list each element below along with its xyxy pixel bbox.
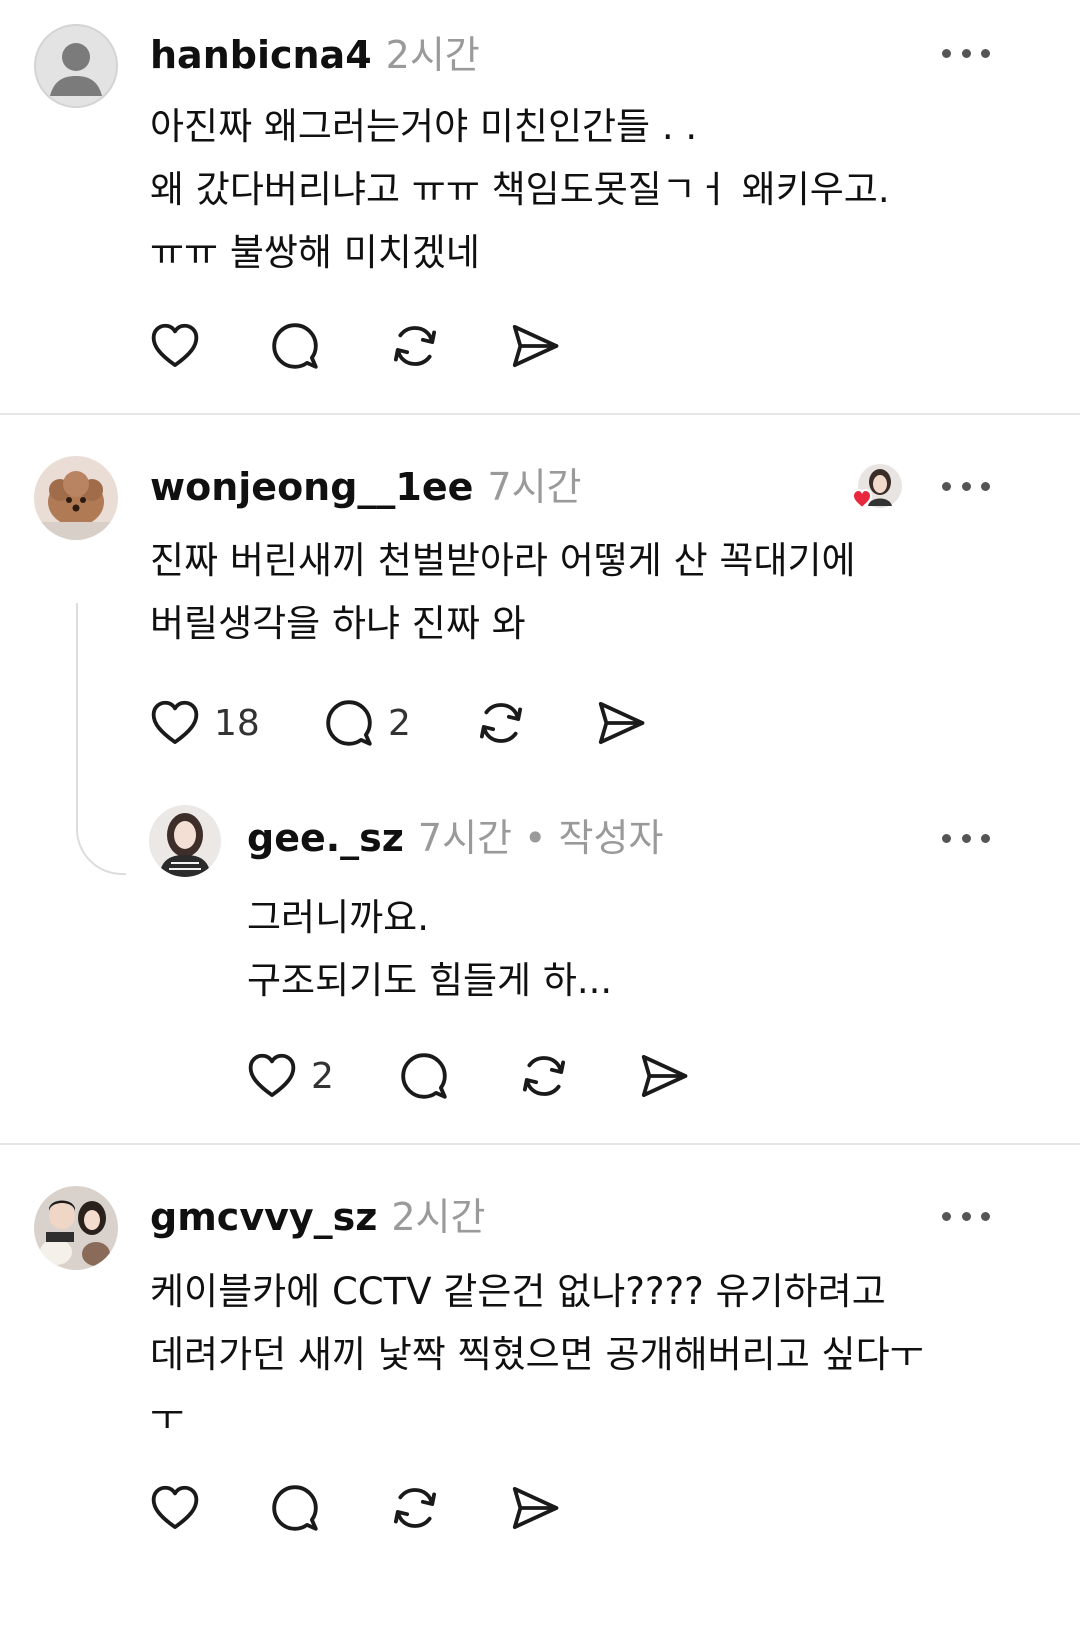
- more-dots-icon[interactable]: [942, 831, 990, 845]
- like-button[interactable]: [148, 1480, 202, 1536]
- repost-button[interactable]: [388, 318, 442, 374]
- user-photo-avatar-image: [149, 805, 221, 877]
- reply-username[interactable]: gee._sz 7시간 • 작성자: [247, 819, 663, 857]
- timestamp: 7시간: [417, 816, 513, 860]
- dog-avatar-image: [34, 456, 118, 540]
- repost-icon: [388, 319, 442, 373]
- repost-button[interactable]: [388, 1480, 442, 1536]
- send-icon: [508, 1481, 562, 1535]
- reply-text: 그러니까요. 구조되기도 힘들게 하...: [247, 896, 613, 1002]
- share-button[interactable]: [508, 1480, 562, 1536]
- send-icon: [637, 1049, 691, 1103]
- more-dots-icon[interactable]: [942, 1209, 990, 1223]
- action-bar: [148, 1480, 648, 1536]
- send-icon: [508, 319, 562, 373]
- thread-connector-line: [76, 603, 126, 875]
- couple-photo-avatar-image: [34, 1186, 118, 1270]
- avatar[interactable]: [34, 24, 118, 108]
- like-button[interactable]: 2: [245, 1048, 334, 1104]
- repost-icon: [474, 696, 528, 750]
- divider: [0, 413, 1080, 415]
- action-bar: [148, 318, 648, 374]
- like-count: 18: [214, 702, 260, 744]
- heart-icon: [148, 319, 202, 373]
- timestamp: 7시간: [487, 465, 582, 509]
- share-button[interactable]: [508, 318, 562, 374]
- comment-bubble-icon: [397, 1049, 451, 1103]
- username-text[interactable]: gee._sz: [247, 816, 404, 860]
- username-text[interactable]: wonjeong__1ee: [150, 465, 473, 509]
- default-avatar-icon: [34, 24, 118, 108]
- username[interactable]: hanbicna4 2시간: [150, 36, 480, 74]
- comment-bubble-icon: [268, 1481, 322, 1535]
- heart-icon: [148, 1481, 202, 1535]
- username-text[interactable]: gmcvvy_sz: [150, 1195, 377, 1239]
- send-icon: [594, 696, 648, 750]
- repost-icon: [388, 1481, 442, 1535]
- comment-bubble-icon: [322, 696, 376, 750]
- post-text: 아진짜 왜그러는거야 미친인간들 . . 왜 갔다버리냐고 ㅠㅠ 책임도못질ㄱㅓ…: [150, 105, 890, 274]
- share-button[interactable]: [594, 695, 648, 751]
- comment-bubble-icon: [268, 319, 322, 373]
- more-dots-icon[interactable]: [942, 46, 990, 60]
- reply-action-bar: 2: [245, 1048, 715, 1104]
- liked-by-author-badge: [848, 462, 902, 514]
- timestamp: 2시간: [391, 1195, 486, 1239]
- username-text[interactable]: hanbicna4: [150, 33, 372, 77]
- author-label: • 작성자: [524, 816, 664, 860]
- comment-button[interactable]: [268, 1480, 322, 1536]
- like-button[interactable]: [148, 318, 202, 374]
- timestamp: 2시간: [385, 33, 480, 77]
- repost-icon: [517, 1049, 571, 1103]
- like-button[interactable]: 18: [148, 695, 260, 751]
- more-dots-icon[interactable]: [942, 479, 990, 493]
- avatar[interactable]: [34, 1186, 118, 1270]
- repost-button[interactable]: [474, 695, 528, 751]
- reply-count: 2: [388, 702, 411, 744]
- comment-button[interactable]: [268, 318, 322, 374]
- comment-button[interactable]: 2: [322, 695, 411, 751]
- comment-button[interactable]: [397, 1048, 451, 1104]
- heart-icon: [245, 1049, 299, 1103]
- post-text: 케이블카에 CCTV 같은건 없나???? 유기하려고 데려가던 새끼 낯짝 찍…: [150, 1270, 924, 1439]
- action-bar: 18 2: [148, 695, 708, 751]
- avatar[interactable]: [34, 456, 118, 540]
- reply-avatar[interactable]: [149, 805, 221, 877]
- repost-button[interactable]: [517, 1048, 571, 1104]
- username[interactable]: wonjeong__1ee 7시간: [150, 468, 582, 506]
- share-button[interactable]: [637, 1048, 691, 1104]
- like-count: 2: [311, 1055, 334, 1097]
- divider: [0, 1143, 1080, 1145]
- heart-icon: [148, 696, 202, 750]
- post-text: 진짜 버린새끼 천벌받아라 어떻게 산 꼭대기에 버릴생각을 하냐 진짜 와: [150, 539, 856, 645]
- username[interactable]: gmcvvy_sz 2시간: [150, 1198, 485, 1236]
